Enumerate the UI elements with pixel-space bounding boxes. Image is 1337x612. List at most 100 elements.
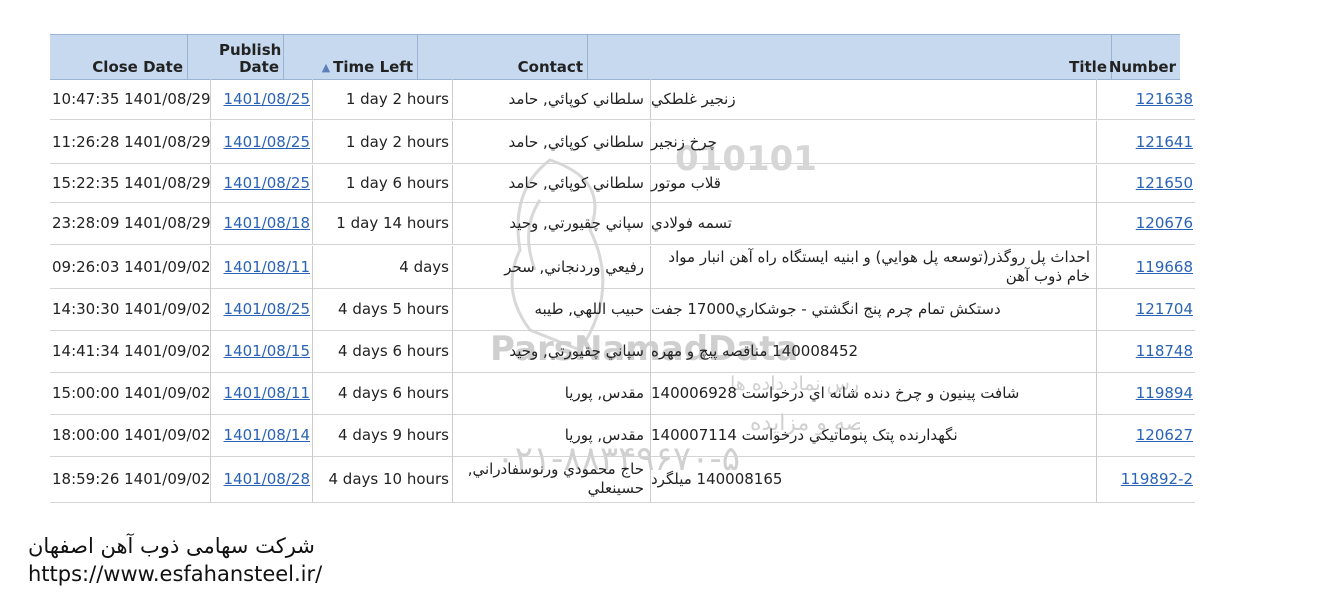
- publish-date-link-text[interactable]: 1401/08/14: [224, 426, 310, 445]
- tender-number-link[interactable]: 121641: [1096, 121, 1195, 163]
- close-date-cell-text: 23:28:09 1401/08/29: [52, 213, 211, 232]
- publish-date-link-text[interactable]: 1401/08/11: [224, 258, 310, 277]
- contact-cell-text: حاج محمودي ورنوسفادراني, حسينعلي: [467, 460, 644, 497]
- contact-cell-text: سپاني چقيورتي, وحيد: [509, 213, 644, 232]
- table-row[interactable]: 15:22:35 1401/08/29 1401/08/25 1 day 6 hou…: [0, 165, 1200, 202]
- tender-number-link-text[interactable]: 121650: [1136, 174, 1193, 193]
- header-close-date[interactable]: Close Date: [50, 35, 188, 79]
- publish-date-link[interactable]: 1401/08/11: [210, 372, 313, 414]
- publish-date-link-text[interactable]: 1401/08/18: [224, 214, 310, 233]
- publish-date-link-text[interactable]: 1401/08/28: [224, 470, 310, 489]
- tender-number-link-text[interactable]: 119892-2: [1121, 470, 1193, 489]
- table-row[interactable]: 18:59:26 1401/09/02 1401/08/28 4 days 10 h…: [0, 456, 1200, 502]
- title-cell: دستکش تمام چرم پنج انگشتي - جوشکاري17000…: [650, 288, 1096, 330]
- row-divider: [50, 119, 1195, 120]
- title-cell-text: 140008452 مناقصه پيچ و مهره: [651, 341, 859, 360]
- table-row[interactable]: 14:41:34 1401/09/02 1401/08/15 4 days 6 ho…: [0, 330, 1200, 372]
- contact-cell: مقدس, پوريا: [452, 372, 650, 414]
- title-cell: احداث پل روگذر(توسعه پل هوايي) و ابنيه ا…: [650, 246, 1096, 288]
- tender-number-link-text[interactable]: 118748: [1136, 342, 1193, 361]
- table-row[interactable]: 15:00:00 1401/09/02 1401/08/11 4 days 6 ho…: [0, 372, 1200, 414]
- contact-cell: حاج محمودي ورنوسفادراني, حسينعلي: [452, 456, 650, 502]
- tender-number-link[interactable]: 119894: [1096, 372, 1195, 414]
- publish-date-link[interactable]: 1401/08/15: [210, 330, 313, 372]
- header-contact-label: Contact: [517, 58, 583, 76]
- header-time-left[interactable]: ▲ Time Left: [284, 35, 418, 79]
- tender-number-link[interactable]: 120676: [1096, 202, 1195, 244]
- close-date-cell: 23:28:09 1401/08/29: [50, 202, 211, 244]
- publish-date-link[interactable]: 1401/08/25: [210, 79, 313, 119]
- publish-date-link-text[interactable]: 1401/08/25: [224, 174, 310, 193]
- time-left-cell: 4 days 6 hours: [313, 330, 453, 372]
- close-date-cell: 18:59:26 1401/09/02: [50, 456, 211, 502]
- table-header: Close Date Publish Date ▲ Time Left Conta…: [50, 34, 1180, 80]
- tender-number-link[interactable]: 121650: [1096, 165, 1195, 202]
- title-cell: نگهدارنده پتک پنوماتيکي درخواست 14000711…: [650, 414, 1096, 456]
- time-left-cell-text: 1 day 6 hours: [345, 174, 449, 192]
- header-contact[interactable]: Contact: [418, 35, 588, 79]
- close-date-cell-text: 11:26:28 1401/08/29: [52, 132, 211, 151]
- publish-date-link[interactable]: 1401/08/11: [210, 246, 313, 288]
- header-close-date-label: Close Date: [92, 58, 183, 76]
- time-left-cell-text: 1 day 2 hours: [345, 132, 449, 151]
- title-cell: 140008452 مناقصه پيچ و مهره: [650, 330, 1096, 372]
- time-left-cell: 4 days 6 hours: [313, 372, 453, 414]
- tender-number-link[interactable]: 119668: [1096, 246, 1195, 288]
- header-number-label: Number: [1108, 58, 1176, 76]
- publish-date-link-text[interactable]: 1401/08/25: [224, 90, 310, 109]
- table-row[interactable]: 23:28:09 1401/08/29 1401/08/18 1 day 14 ho…: [0, 202, 1200, 244]
- tender-number-link-text[interactable]: 119668: [1136, 258, 1193, 277]
- close-date-cell-text: 18:59:26 1401/09/02: [52, 469, 211, 488]
- title-cell: تسمه فولادي: [650, 202, 1096, 244]
- contact-cell-text: مقدس, پوريا: [564, 383, 644, 402]
- publish-date-link[interactable]: 1401/08/25: [210, 165, 313, 202]
- tender-number-link-text[interactable]: 121704: [1136, 300, 1193, 319]
- header-title[interactable]: Title: [588, 35, 1112, 79]
- tender-number-link[interactable]: 120627: [1096, 414, 1195, 456]
- contact-cell: رفيعي وردنجاني, سحر: [452, 246, 650, 288]
- publish-date-link-text[interactable]: 1401/08/11: [224, 384, 310, 403]
- time-left-cell: 1 day 14 hours: [313, 202, 453, 244]
- tender-number-link-text[interactable]: 121641: [1136, 133, 1193, 152]
- table-row[interactable]: 09:26:03 1401/09/02 1401/08/11 4 days رفيعي…: [0, 246, 1200, 288]
- table-row[interactable]: 10:47:35 1401/08/29 1401/08/25 1 day 2 hou…: [0, 79, 1200, 119]
- tender-number-link[interactable]: 121638: [1096, 79, 1195, 119]
- publish-date-link-text[interactable]: 1401/08/15: [224, 342, 310, 361]
- header-publish-date-label: Publish Date: [219, 41, 282, 76]
- header-number[interactable]: Number: [1108, 35, 1180, 79]
- close-date-cell: 18:00:00 1401/09/02: [50, 414, 211, 456]
- publish-date-link[interactable]: 1401/08/18: [210, 202, 313, 244]
- contact-cell-text: مقدس, پوريا: [564, 425, 644, 444]
- close-date-cell-text: 15:22:35 1401/08/29: [52, 174, 211, 192]
- close-date-cell: 14:41:34 1401/09/02: [50, 330, 211, 372]
- table-row[interactable]: 11:26:28 1401/08/29 1401/08/25 1 day 2 hou…: [0, 121, 1200, 163]
- time-left-cell: 1 day 2 hours: [313, 121, 453, 163]
- header-publish-date[interactable]: Publish Date: [188, 35, 284, 79]
- close-date-cell: 10:47:35 1401/08/29: [50, 79, 211, 119]
- publish-date-link[interactable]: 1401/08/25: [210, 288, 313, 330]
- close-date-cell-text: 10:47:35 1401/08/29: [52, 89, 211, 108]
- publish-date-link[interactable]: 1401/08/25: [210, 121, 313, 163]
- row-divider: [50, 244, 1195, 245]
- close-date-cell-text: 15:00:00 1401/09/02: [52, 383, 211, 402]
- contact-cell: مقدس, پوريا: [452, 414, 650, 456]
- table-row[interactable]: 14:30:30 1401/09/02 1401/08/25 4 days 5 ho…: [0, 288, 1200, 330]
- publish-date-link[interactable]: 1401/08/14: [210, 414, 313, 456]
- tender-number-link-text[interactable]: 120627: [1136, 426, 1193, 445]
- tender-number-link[interactable]: 118748: [1096, 330, 1195, 372]
- company-url[interactable]: https://www.esfahansteel.ir/: [28, 562, 322, 586]
- publish-date-link-text[interactable]: 1401/08/25: [224, 133, 310, 152]
- table-row[interactable]: 18:00:00 1401/09/02 1401/08/14 4 days 9 ho…: [0, 414, 1200, 456]
- tender-number-link-text[interactable]: 121638: [1136, 90, 1193, 109]
- publish-date-link[interactable]: 1401/08/28: [210, 456, 313, 502]
- title-cell: زنجير غلطکي: [650, 79, 1096, 119]
- time-left-cell: 4 days 9 hours: [313, 414, 453, 456]
- time-left-cell: 1 day 6 hours: [313, 165, 453, 202]
- tender-number-link-text[interactable]: 120676: [1136, 214, 1193, 233]
- title-cell-text: دستکش تمام چرم پنج انگشتي - جوشکاري17000…: [651, 299, 1001, 318]
- tender-number-link-text[interactable]: 119894: [1136, 384, 1193, 403]
- tender-number-link[interactable]: 121704: [1096, 288, 1195, 330]
- publish-date-link-text[interactable]: 1401/08/25: [224, 300, 310, 319]
- tender-number-link[interactable]: 119892-2: [1096, 456, 1195, 502]
- contact-cell-text: سپاني چقيورتي, وحيد: [509, 341, 644, 360]
